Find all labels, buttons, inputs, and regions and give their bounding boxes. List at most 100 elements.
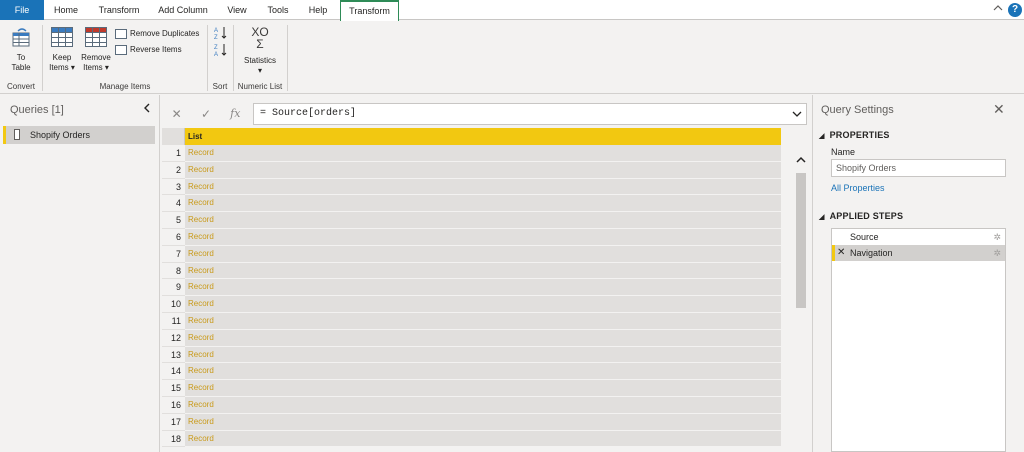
sort-ascending-button[interactable]: AZ xyxy=(213,26,229,43)
svg-text:Z: Z xyxy=(214,45,218,51)
scroll-up-icon[interactable] xyxy=(795,155,807,167)
row-number[interactable]: 9 xyxy=(162,279,185,297)
group-convert-label: Convert xyxy=(6,82,35,91)
gear-icon[interactable]: ✲ xyxy=(993,245,1001,261)
collapse-ribbon-icon[interactable] xyxy=(993,3,1003,16)
gear-icon[interactable]: ✲ xyxy=(993,229,1001,245)
to-table-label-2: Table xyxy=(11,63,31,72)
row-number[interactable]: 5 xyxy=(162,212,185,229)
chevron-down-icon: ▾ xyxy=(257,66,262,75)
record-cell[interactable]: Record xyxy=(185,346,781,364)
formula-input[interactable]: = Source[orders] xyxy=(253,103,807,125)
query-settings-title: Query Settings xyxy=(821,104,894,116)
record-cell[interactable]: Record xyxy=(185,178,781,196)
record-cell[interactable]: Record xyxy=(185,195,781,213)
row-number[interactable]: 13 xyxy=(162,346,185,364)
tab-transform-active[interactable]: Transform xyxy=(340,0,399,21)
statistics-button[interactable]: XΟ Σ Statistics ▾ xyxy=(240,26,280,76)
keep-items-button[interactable]: Keep Items ▾ xyxy=(47,27,77,73)
remove-items-button[interactable]: Remove Items ▾ xyxy=(80,27,112,73)
sort-descending-button[interactable]: ZA xyxy=(213,43,229,60)
row-number[interactable]: 3 xyxy=(162,178,185,196)
grid-header: List xyxy=(162,128,781,145)
record-cell[interactable]: Record xyxy=(185,262,781,280)
ribbon-tab-bar: File Home Transform Add Column View Tool… xyxy=(0,0,1024,21)
to-table-button[interactable]: To Table xyxy=(6,27,36,73)
tab-view[interactable]: View xyxy=(220,0,254,20)
column-header-list[interactable]: List xyxy=(185,128,781,145)
row-number[interactable]: 4 xyxy=(162,195,185,213)
tab-tools[interactable]: Tools xyxy=(260,0,296,20)
applied-steps-header[interactable]: ◢ APPLIED STEPS xyxy=(819,211,903,221)
record-cell[interactable]: Record xyxy=(185,161,781,179)
properties-header[interactable]: ◢ PROPERTIES xyxy=(819,130,890,140)
reverse-items-button[interactable]: Reverse Items xyxy=(115,43,182,57)
record-cell[interactable]: Record xyxy=(185,430,781,448)
commit-icon[interactable]: ✓ xyxy=(191,103,220,125)
help-icon[interactable]: ? xyxy=(1008,3,1022,17)
scrollbar-thumb[interactable] xyxy=(796,173,806,308)
row-number[interactable]: 18 xyxy=(162,430,185,448)
delete-step-icon[interactable]: ✕ xyxy=(837,245,845,261)
row-number[interactable]: 16 xyxy=(162,397,185,414)
record-cell[interactable]: Record xyxy=(185,245,781,263)
table-row: 11 Record xyxy=(162,313,781,330)
row-number[interactable]: 8 xyxy=(162,262,185,280)
name-label: Name xyxy=(831,147,856,157)
record-cell[interactable]: Record xyxy=(185,397,781,414)
query-item-shopify-orders[interactable]: Shopify Orders xyxy=(3,126,155,144)
record-cell[interactable]: Record xyxy=(185,229,781,246)
expand-formula-icon[interactable] xyxy=(792,104,802,133)
record-cell[interactable]: Record xyxy=(185,212,781,229)
grid-corner[interactable] xyxy=(162,128,185,145)
statistics-label: Statistics xyxy=(243,56,276,65)
step-navigation[interactable]: ✕ Navigation ✲ xyxy=(832,245,1005,261)
tab-transform[interactable]: Transform xyxy=(94,0,144,20)
formula-value: = Source[orders] xyxy=(260,108,357,119)
record-cell[interactable]: Record xyxy=(185,413,781,431)
row-number[interactable]: 7 xyxy=(162,245,185,263)
record-cell[interactable]: Record xyxy=(185,313,781,330)
statistics-icon: XΟ Σ xyxy=(251,25,269,51)
cancel-icon[interactable]: ✕ xyxy=(162,103,191,125)
close-icon[interactable]: ✕ xyxy=(993,101,1005,118)
tab-file[interactable]: File xyxy=(0,0,44,20)
record-cell[interactable]: Record xyxy=(185,363,781,381)
record-cell[interactable]: Record xyxy=(185,296,781,313)
tab-help[interactable]: Help xyxy=(302,0,334,20)
row-number[interactable]: 12 xyxy=(162,329,185,347)
row-number[interactable]: 2 xyxy=(162,161,185,179)
table-row: 12 Record xyxy=(162,329,781,347)
query-settings-pane: Query Settings ✕ ◢ PROPERTIES Name Shopif… xyxy=(812,95,1024,452)
sort-ascending-icon: AZ xyxy=(214,27,227,41)
queries-pane: Queries [1] Shopify Orders xyxy=(0,95,160,452)
record-cell[interactable]: Record xyxy=(185,329,781,347)
tab-home[interactable]: Home xyxy=(47,0,85,20)
row-number[interactable]: 6 xyxy=(162,229,185,246)
all-properties-link[interactable]: All Properties xyxy=(831,183,885,193)
row-number[interactable]: 11 xyxy=(162,313,185,330)
record-cell[interactable]: Record xyxy=(185,145,781,162)
remove-duplicates-button[interactable]: Remove Duplicates xyxy=(115,27,199,41)
vertical-scrollbar[interactable] xyxy=(795,155,807,452)
record-cell[interactable]: Record xyxy=(185,279,781,297)
record-cell[interactable]: Record xyxy=(185,380,781,397)
to-table-label-1: To xyxy=(16,53,26,62)
row-number[interactable]: 10 xyxy=(162,296,185,313)
collapse-pane-icon[interactable] xyxy=(143,102,151,116)
group-numeric-list-label: Numeric List xyxy=(237,82,283,91)
table-row: 14 Record xyxy=(162,363,781,381)
step-source[interactable]: Source ✲ xyxy=(832,229,1005,245)
sort-descending-icon: ZA xyxy=(214,44,227,58)
row-number[interactable]: 14 xyxy=(162,363,185,381)
tab-add-column[interactable]: Add Column xyxy=(153,0,213,20)
row-number[interactable]: 1 xyxy=(162,145,185,162)
fx-icon[interactable]: fx xyxy=(221,103,250,125)
row-number[interactable]: 15 xyxy=(162,380,185,397)
table-row: 5 Record xyxy=(162,212,781,229)
row-number[interactable]: 17 xyxy=(162,413,185,431)
keep-items-label-1: Keep xyxy=(52,53,72,62)
table-row: 16 Record xyxy=(162,397,781,414)
remove-items-icon xyxy=(85,27,107,47)
query-name-field[interactable]: Shopify Orders xyxy=(831,159,1006,177)
